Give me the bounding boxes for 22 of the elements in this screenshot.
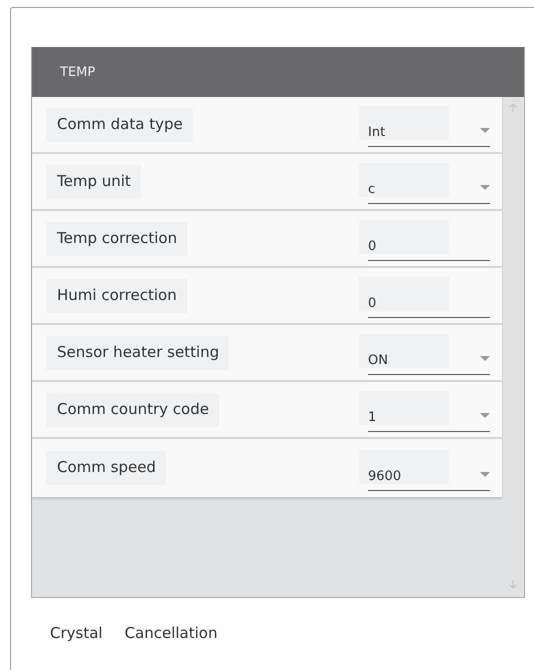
dropdown-field[interactable]: 9600 — [359, 450, 490, 490]
dropdown-field[interactable]: Int — [359, 106, 490, 147]
caret-icon[interactable] — [480, 413, 490, 418]
setting-label: Temp unit — [46, 164, 141, 198]
input-field[interactable]: 0 — [359, 277, 490, 318]
dropdown-field[interactable]: 1 — [359, 391, 490, 432]
setting-label: Humi correction — [46, 278, 187, 312]
text-button[interactable]: Cancellation — [122, 624, 220, 642]
setting-label: Sensor heater setting — [46, 336, 230, 370]
setting-label: Temp correction — [46, 222, 188, 256]
dropdown-field[interactable]: c — [359, 163, 490, 204]
setting-label: Comm speed — [46, 451, 166, 485]
caret-icon[interactable] — [480, 472, 490, 476]
dropdown-field[interactable]: ON — [359, 334, 490, 375]
text-button[interactable]: Crystal — [48, 624, 105, 642]
input-field[interactable]: 0 — [359, 220, 490, 261]
caret-icon[interactable] — [480, 185, 490, 190]
caret-icon[interactable] — [480, 128, 490, 133]
setting-label: Comm country code — [46, 392, 219, 426]
caret-icon[interactable] — [480, 356, 490, 361]
panel-title: TEMP — [60, 64, 96, 80]
setting-label: Comm data type — [46, 108, 193, 142]
